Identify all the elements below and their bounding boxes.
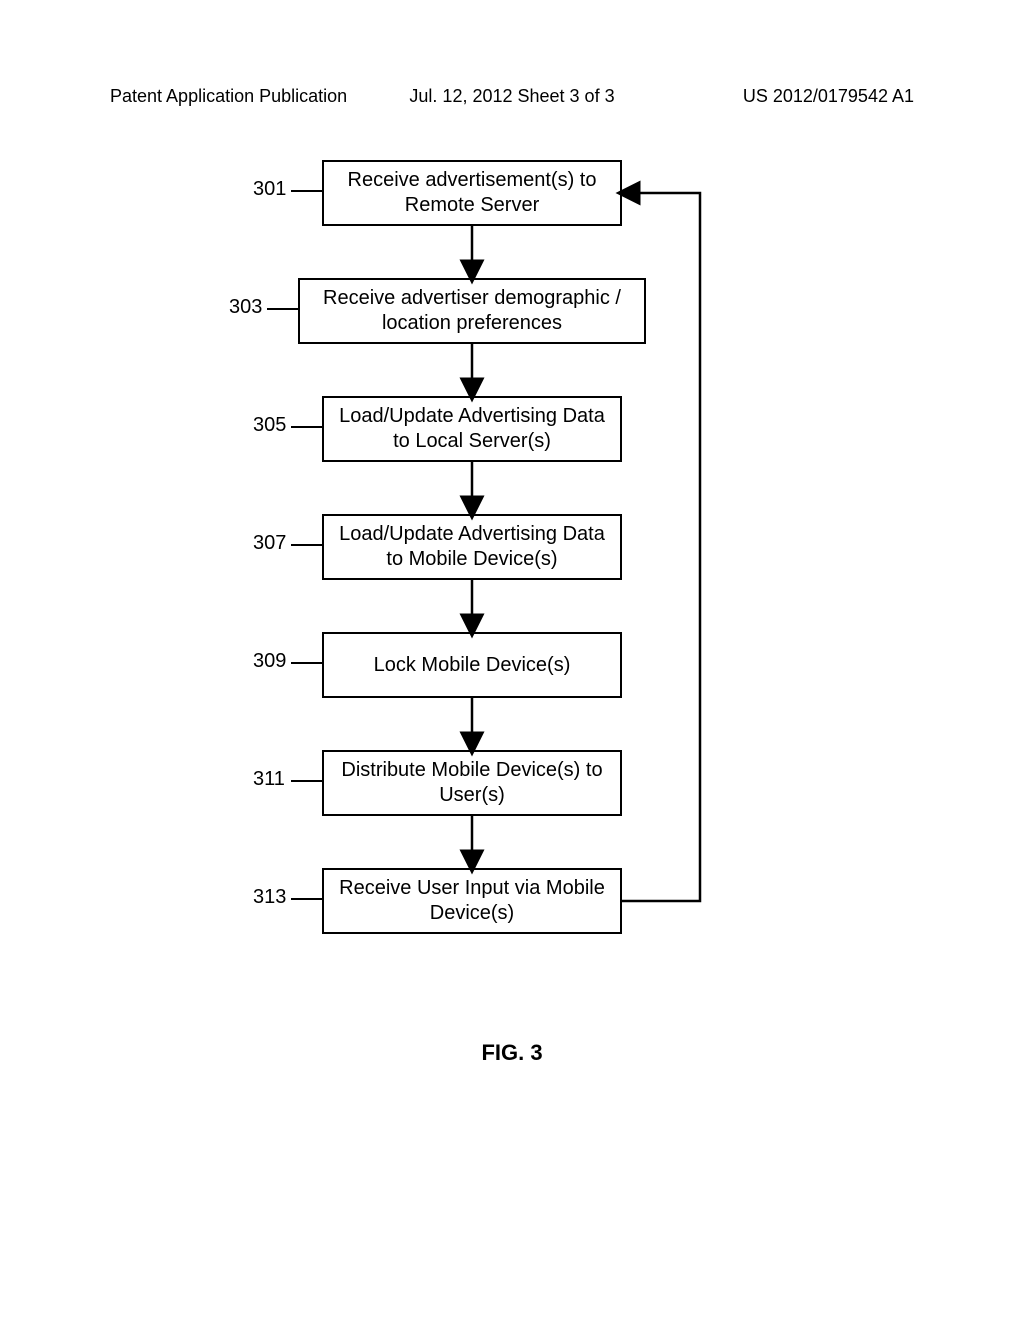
header-right: US 2012/0179542 A1 — [743, 86, 914, 107]
flow-box-307: Load/Update Advertising Data to Mobile D… — [322, 514, 622, 580]
flow-box-text: Receive advertisement(s) to Remote Serve… — [334, 168, 610, 218]
ref-tick-305 — [291, 426, 322, 428]
ref-tick-311 — [291, 780, 322, 782]
flow-box-text: Distribute Mobile Device(s) to User(s) — [334, 758, 610, 808]
flow-box-text: Lock Mobile Device(s) — [374, 653, 571, 678]
flow-box-309: Lock Mobile Device(s) — [322, 632, 622, 698]
page-header: Patent Application Publication Jul. 12, … — [0, 86, 1024, 107]
ref-tick-307 — [291, 544, 322, 546]
ref-303: 303 — [229, 296, 262, 319]
flow-box-text: Receive advertiser demographic / locatio… — [310, 286, 634, 336]
header-center: Jul. 12, 2012 Sheet 3 of 3 — [409, 86, 614, 107]
ref-305: 305 — [253, 414, 286, 437]
flow-box-305: Load/Update Advertising Data to Local Se… — [322, 396, 622, 462]
ref-307: 307 — [253, 532, 286, 555]
ref-301: 301 — [253, 178, 286, 201]
flow-box-text: Load/Update Advertising Data to Mobile D… — [334, 522, 610, 572]
ref-tick-313 — [291, 898, 322, 900]
flow-box-313: Receive User Input via Mobile Device(s) — [322, 868, 622, 934]
ref-311: 311 — [253, 768, 285, 791]
flow-box-311: Distribute Mobile Device(s) to User(s) — [322, 750, 622, 816]
flow-box-text: Load/Update Advertising Data to Local Se… — [334, 404, 610, 454]
ref-309: 309 — [253, 650, 286, 673]
ref-313: 313 — [253, 886, 286, 909]
figure-label: FIG. 3 — [481, 1040, 542, 1066]
flow-box-text: Receive User Input via Mobile Device(s) — [334, 876, 610, 926]
ref-tick-303 — [267, 308, 298, 310]
ref-tick-309 — [291, 662, 322, 664]
ref-tick-301 — [291, 190, 322, 192]
flow-box-301: Receive advertisement(s) to Remote Serve… — [322, 160, 622, 226]
flow-box-303: Receive advertiser demographic / locatio… — [298, 278, 646, 344]
header-left: Patent Application Publication — [110, 86, 347, 107]
